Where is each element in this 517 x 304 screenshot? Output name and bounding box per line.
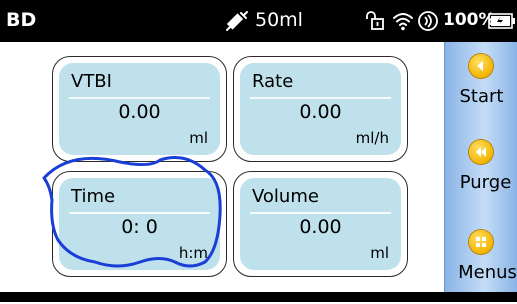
rate-card-fill: Rate 0.00 ml/h [240, 63, 401, 155]
purge-icon [469, 140, 493, 164]
bottom-bar [0, 292, 517, 302]
syringe-volume: 50ml [255, 9, 303, 31]
brand-label: BD [6, 9, 37, 31]
menus-label: Menus [458, 262, 517, 283]
rate-value: 0.00 [299, 101, 342, 123]
start-button[interactable]: Start [445, 54, 517, 128]
battery-icon [488, 13, 515, 29]
rate-divider [250, 97, 391, 99]
vtbi-divider [69, 97, 210, 99]
time-card[interactable]: Time 0: 0 h:m [52, 171, 227, 277]
time-divider [69, 212, 210, 214]
syringe-icon [226, 11, 248, 31]
time-unit: h:m [178, 244, 208, 262]
rate-card[interactable]: Rate 0.00 ml/h [233, 56, 408, 162]
volume-divider [250, 212, 391, 214]
side-menu: Start Purge Menus [444, 42, 517, 292]
signal-icon [418, 11, 438, 31]
rate-unit: ml/h [355, 129, 389, 147]
status-bar: BD 50ml 100% [0, 0, 517, 42]
time-card-fill: Time 0: 0 h:m [59, 178, 220, 270]
start-icon [469, 54, 493, 78]
vtbi-label: VTBI [71, 71, 112, 92]
vtbi-card-fill: VTBI 0.00 ml [59, 63, 220, 155]
volume-card[interactable]: Volume 0.00 ml [233, 171, 408, 277]
main-panel: VTBI 0.00 ml Rate 0.00 ml/h Time 0: 0 h:… [0, 42, 444, 292]
purge-button[interactable]: Purge [445, 140, 517, 214]
start-label: Start [459, 86, 504, 107]
time-value: 0: 0 [121, 216, 158, 238]
time-label: Time [71, 186, 116, 207]
wifi-icon [393, 13, 413, 31]
vtbi-unit: ml [189, 129, 208, 147]
vtbi-value: 0.00 [118, 101, 161, 123]
volume-unit: ml [370, 244, 389, 262]
purge-label: Purge [459, 172, 512, 193]
lock-icon [366, 11, 384, 30]
volume-value: 0.00 [299, 216, 342, 238]
rate-label: Rate [252, 71, 294, 92]
volume-card-fill: Volume 0.00 ml [240, 178, 401, 270]
vtbi-card[interactable]: VTBI 0.00 ml [52, 56, 227, 162]
menu-grid-icon [469, 230, 493, 254]
volume-label: Volume [252, 186, 319, 207]
